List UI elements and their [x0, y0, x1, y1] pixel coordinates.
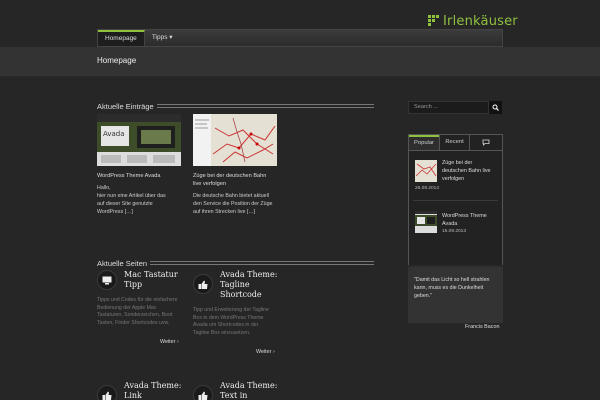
page-title: Homepage: [97, 56, 137, 65]
heading-rule: [156, 104, 374, 108]
side-title-line: WordPress Theme: [442, 213, 487, 219]
logo-text: Irlenkäuser: [443, 13, 518, 29]
recent-posts-heading: Aktuelle Einträge: [97, 101, 374, 111]
read-more-link[interactable]: Weiter ›: [256, 349, 275, 355]
page-excerpt-mac: Tipps und Codes für die einfachere Bedie…: [97, 297, 178, 327]
post-title-avada[interactable]: WordPress Theme Avada: [97, 172, 160, 180]
heading-rule: [150, 261, 374, 265]
popular-title-avada[interactable]: WordPress Theme Avada: [442, 212, 487, 228]
excerpt-line[interactable]: WordPress […]: [97, 208, 166, 216]
popular-recent-widget: Popular Recent Züge bei der deutschen Ba…: [408, 134, 503, 272]
page-text-line: Avada um Shortcodes in der: [193, 322, 259, 328]
svg-text:Avada: Avada: [103, 130, 125, 138]
page-title-line: Link: [124, 391, 142, 400]
quote-line: geben.": [414, 293, 433, 299]
page-title-line: Shortcode: [220, 290, 262, 299]
page-title-line: Tipp: [124, 280, 143, 289]
site-logo[interactable]: Irlenkäuser: [428, 13, 518, 29]
thumbs-up-icon: [193, 274, 213, 294]
post-excerpt-bahn: Die deutsche Bahn bietet aktuell den Ser…: [193, 192, 273, 216]
quote-line: "Damit das Licht so hell strahlen: [414, 277, 490, 283]
side-title-line: Züge bei der: [442, 160, 473, 166]
excerpt-line: auf dieser Site genutzte: [97, 201, 153, 207]
search-input[interactable]: Search ...: [408, 101, 489, 114]
quote-line: kann, muss es die Dunkelheit: [414, 285, 484, 291]
popular-title-bahn[interactable]: Züge bei der deutschen Bahn live verfolg…: [442, 159, 491, 183]
post-title-line: Züge bei der deutschen Bahn: [193, 173, 267, 179]
page-title-line: Text in: [220, 391, 248, 400]
page-title-mac[interactable]: Mac Tastatur Tipp: [124, 270, 178, 290]
recent-pages-heading: Aktuelle Seiten: [97, 258, 374, 268]
divider: [413, 200, 498, 201]
page-title-bar: Homepage: [0, 47, 600, 77]
excerpt-line: Die deutsche Bahn bietet aktuell: [193, 193, 269, 199]
tab-popular[interactable]: Popular: [409, 135, 439, 150]
post-excerpt-avada: Hallo, hier nun eine Artikel über das au…: [97, 184, 166, 216]
page-title-tagline[interactable]: Avada Theme: Tagline Shortcode: [220, 270, 277, 300]
page-text-line: Tastaturen, Sonderzeichen, Boot: [97, 312, 173, 318]
thumbs-up-icon: [193, 385, 213, 400]
page-text-line: Tipp und Erweiterung der Tagline: [193, 307, 269, 313]
quote-box: "Damit das Licht so hell strahlen kann, …: [408, 265, 503, 323]
post-title-line: live verfolgen: [193, 181, 226, 187]
tab-comments[interactable]: [469, 135, 502, 150]
thumbs-up-icon: [97, 385, 117, 400]
post-title-bahn[interactable]: Züge bei der deutschen Bahn live verfolg…: [193, 172, 266, 188]
page-text-line: Tasten, Finder Shortcodes uvw.: [97, 319, 170, 326]
page-text-line: Tagline Box einzusetzen.: [193, 329, 251, 336]
excerpt-line: hier nun eine Artikel über das: [97, 193, 166, 199]
page-title-line: Avada Theme:: [220, 270, 278, 279]
page-title-line: Avada Theme:: [124, 381, 182, 390]
popular-date-avada: 15.09.2013: [442, 229, 467, 234]
avada-screenshot-image: Avada: [97, 114, 181, 163]
recent-pages-heading-text: Aktuelle Seiten: [97, 258, 148, 268]
page-title-text[interactable]: Avada Theme: Text in: [220, 381, 277, 400]
page-text-line: Tipps und Codes für die einfachere: [97, 297, 178, 303]
popular-thumb-bahn[interactable]: [415, 160, 437, 182]
nav-item-homepage[interactable]: Homepage: [98, 30, 145, 46]
main-nav: Homepage Tipps ▾: [97, 29, 503, 47]
page-text-line: Box in dem WordPress Theme: [193, 314, 264, 321]
post-thumbnail-bahn[interactable]: [193, 114, 277, 166]
read-more-link[interactable]: Weiter ›: [160, 339, 179, 345]
page-excerpt-tagline: Tipp und Erweiterung der Tagline Box in …: [193, 307, 269, 337]
train-map-image: [193, 114, 277, 166]
comments-icon: [482, 139, 490, 146]
page-text-line: Bedienung der Apple Mac: [97, 304, 157, 311]
search-button[interactable]: [489, 101, 502, 114]
excerpt-line[interactable]: auf ihren Strecken live […]: [193, 208, 273, 216]
excerpt-line: den Service die Position der Züge: [193, 201, 273, 207]
desktop-icon: [97, 270, 117, 290]
nav-item-tipps[interactable]: Tipps ▾: [145, 30, 180, 46]
search-icon: [492, 104, 499, 111]
quote-author: Francis Bacon: [465, 324, 500, 330]
side-title-line: deutschen Bahn live: [442, 168, 491, 174]
widget-tabbar: Popular Recent: [409, 135, 502, 151]
page-title-line: Avada Theme:: [220, 381, 278, 390]
side-title-line: Avada: [442, 221, 458, 227]
page-title-line: Mac Tastatur: [124, 270, 178, 279]
recent-posts-heading-text: Aktuelle Einträge: [97, 101, 154, 111]
side-title-line: verfolgen: [442, 176, 465, 182]
post-thumbnail-avada[interactable]: Avada: [97, 114, 181, 166]
excerpt-line: Hallo,: [97, 185, 111, 191]
popular-thumb-avada[interactable]: [415, 211, 437, 233]
page-title-link[interactable]: Avada Theme: Link: [124, 381, 181, 400]
tab-recent[interactable]: Recent: [439, 135, 469, 150]
logo-mark-icon: [428, 15, 440, 27]
page-title-line: Tagline: [220, 280, 250, 289]
popular-date-bahn: 26.08.2013: [415, 186, 440, 191]
